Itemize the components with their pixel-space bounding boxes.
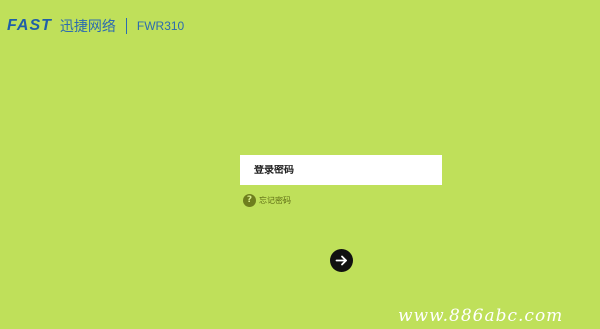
arrow-right-icon <box>335 255 347 266</box>
fast-logo: FAST <box>7 17 52 34</box>
model-name: FWR310 <box>136 19 185 33</box>
header: FAST 迅捷网络 FWR310 <box>7 16 184 36</box>
header-divider <box>125 18 127 34</box>
forgot-password-link[interactable]: ? 忘记密码 <box>243 194 291 207</box>
watermark-text: www.886abc.com <box>398 306 564 326</box>
login-button[interactable] <box>330 249 353 272</box>
brand-name: 迅捷网络 <box>59 19 116 35</box>
password-field[interactable] <box>240 155 442 185</box>
forgot-password-label: 忘记密码 <box>259 196 291 205</box>
question-icon: ? <box>243 194 256 207</box>
password-input[interactable] <box>254 164 434 176</box>
